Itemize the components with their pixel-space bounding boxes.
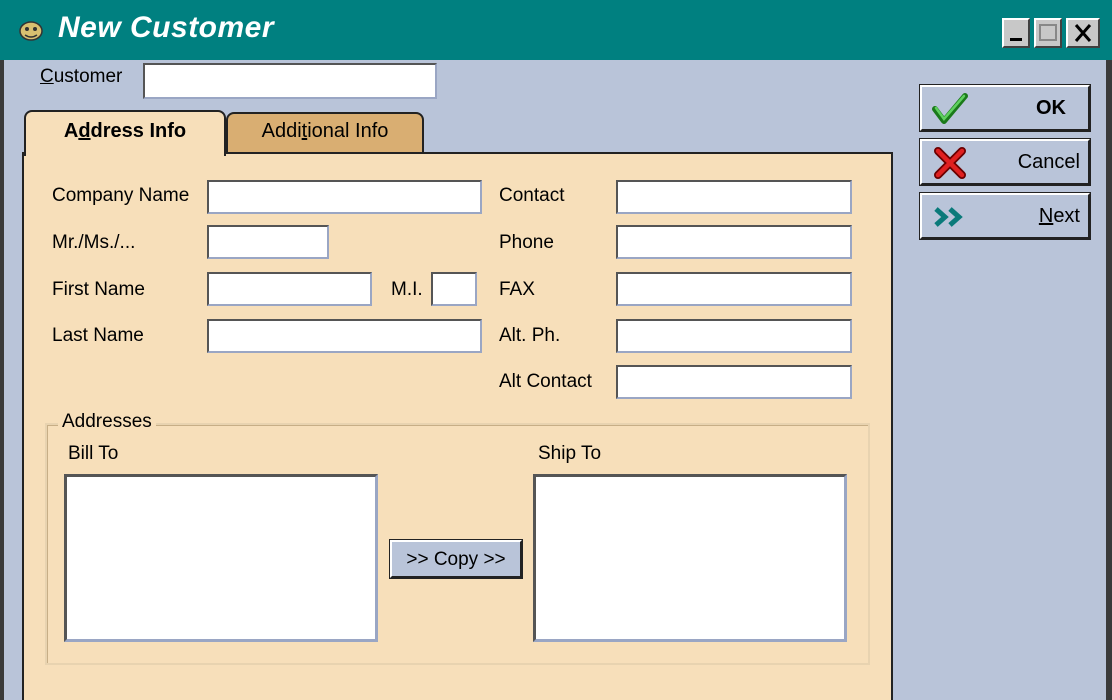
last-name-label: Last Name (52, 325, 144, 346)
addresses-group-label: Addresses (58, 411, 156, 433)
bill-to-textarea[interactable] (64, 474, 378, 642)
next-button-label: Next (1038, 205, 1080, 227)
company-name-input[interactable] (207, 180, 482, 214)
close-button[interactable] (1066, 18, 1100, 48)
maximize-button[interactable] (1034, 18, 1062, 48)
company-name-label: Company Name (52, 185, 190, 206)
ok-button-label: OK (1036, 97, 1066, 119)
cancel-button-label: Cancel (1017, 151, 1080, 173)
ok-button[interactable]: OK (919, 84, 1091, 132)
last-name-input[interactable] (207, 319, 482, 353)
app-icon[interactable] (18, 18, 44, 42)
maximize-icon (1039, 24, 1057, 41)
alt-phone-label: Alt. Ph. (499, 325, 561, 346)
ship-to-textarea[interactable] (533, 474, 847, 642)
contact-input[interactable] (616, 180, 852, 214)
salutation-label: Mr./Ms./... (52, 232, 136, 253)
middle-initial-label: M.I. (391, 279, 423, 300)
minimize-icon (1010, 38, 1022, 41)
customer-label: Customer (40, 66, 123, 87)
alt-contact-input[interactable] (616, 365, 852, 399)
phone-label: Phone (499, 232, 554, 253)
next-button[interactable]: Next (919, 192, 1091, 240)
close-icon (1074, 24, 1092, 42)
tab-address-info[interactable]: Address Info (24, 110, 226, 156)
ship-to-label: Ship To (538, 443, 602, 464)
tab-additional-info[interactable]: Additional Info (226, 112, 424, 152)
checkmark-icon (932, 93, 968, 124)
customer-input[interactable] (143, 63, 437, 99)
x-icon (934, 147, 966, 179)
window-title: New Customer (58, 11, 275, 44)
alt-contact-label: Alt Contact (499, 371, 592, 392)
alt-phone-input[interactable] (616, 319, 852, 353)
copy-address-button[interactable]: >> Copy >> (389, 539, 523, 579)
bill-to-label: Bill To (68, 443, 119, 464)
double-chevron-right-icon (934, 207, 963, 227)
first-name-label: First Name (52, 279, 145, 300)
fax-label: FAX (499, 279, 535, 300)
cancel-button[interactable]: Cancel (919, 138, 1091, 186)
phone-input[interactable] (616, 225, 852, 259)
window-frame-left (0, 60, 4, 700)
salutation-input[interactable] (207, 225, 329, 259)
minimize-button[interactable] (1002, 18, 1030, 48)
middle-initial-input[interactable] (431, 272, 477, 306)
contact-label: Contact (499, 185, 565, 206)
window-frame-right (1106, 60, 1112, 700)
first-name-input[interactable] (207, 272, 372, 306)
fax-input[interactable] (616, 272, 852, 306)
